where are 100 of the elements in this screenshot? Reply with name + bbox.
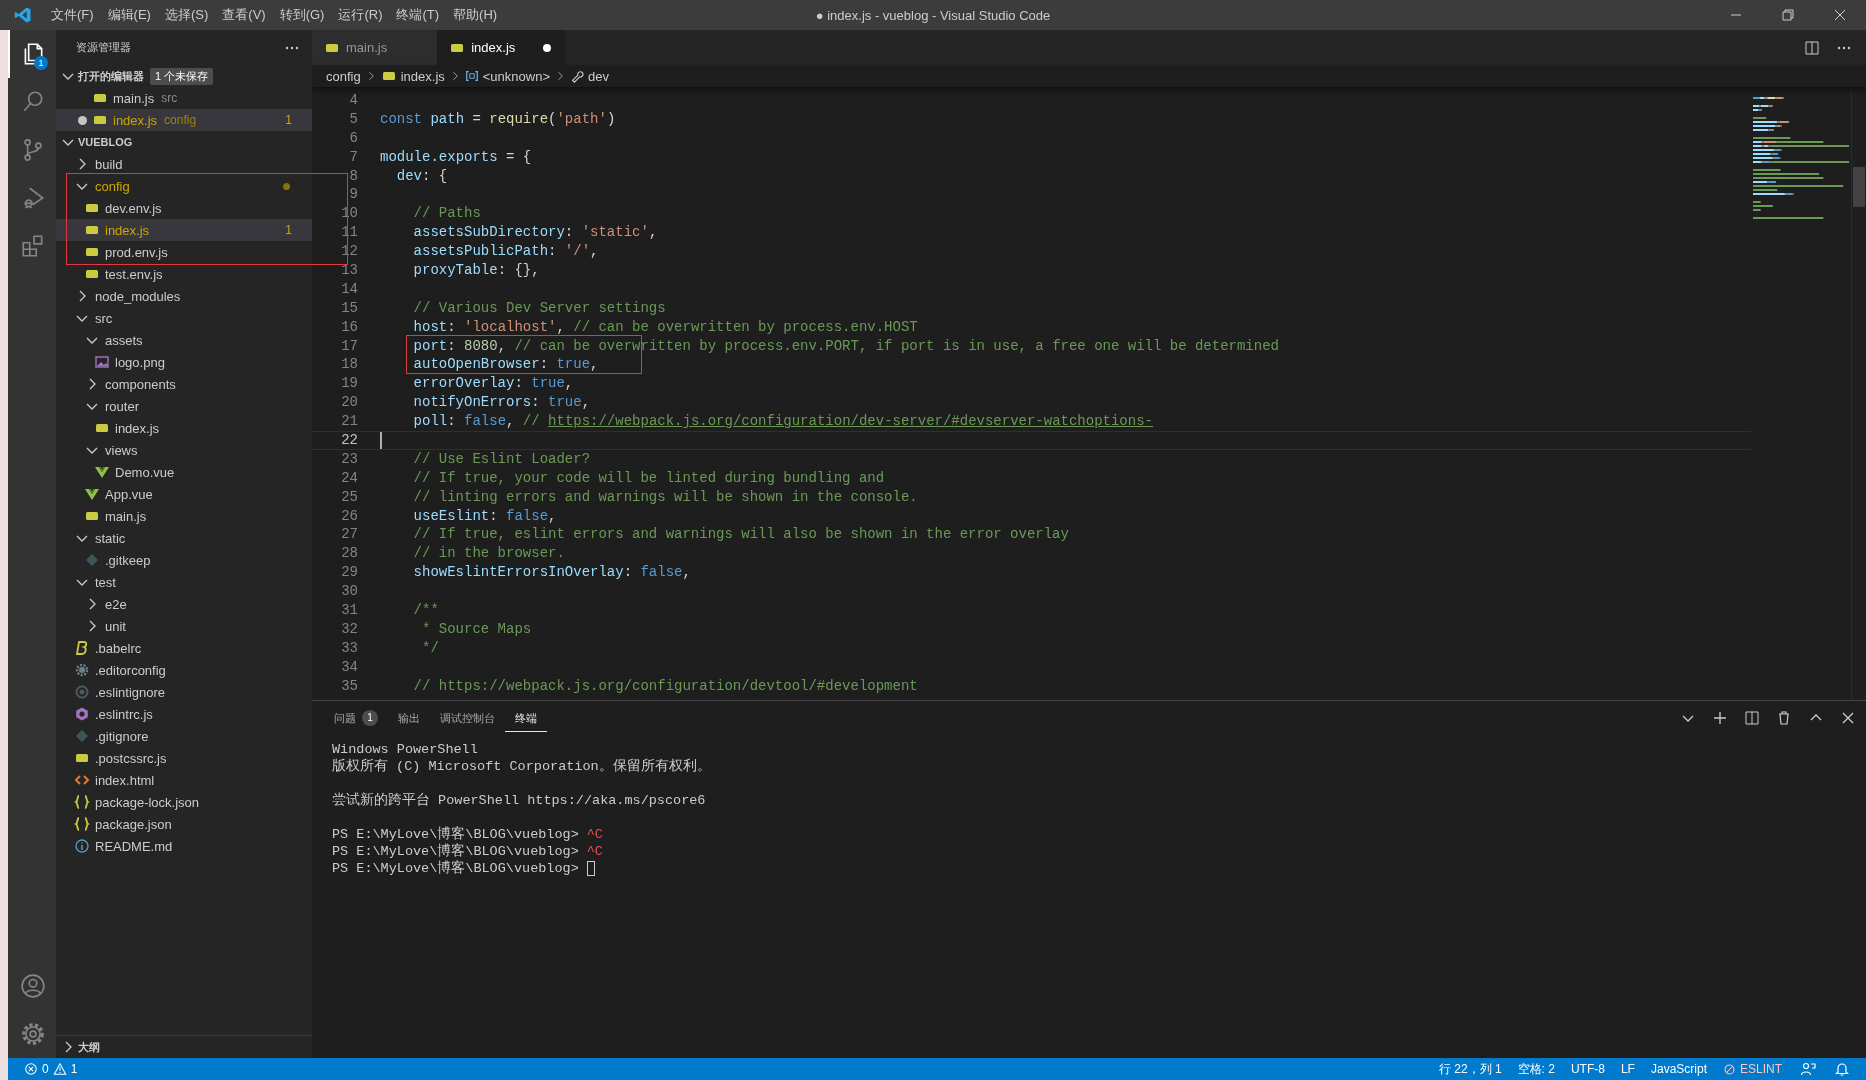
file-name: App.vue xyxy=(105,486,153,502)
file-name: main.js xyxy=(113,90,155,106)
open-editor-item[interactable]: main.js src xyxy=(56,87,312,109)
scrollbar-thumb[interactable] xyxy=(1853,167,1865,207)
tree-item[interactable]: test.env.js xyxy=(56,263,312,285)
menu-item[interactable]: 帮助(H) xyxy=(446,0,505,30)
feedback-icon[interactable] xyxy=(1800,1061,1816,1077)
line-number: 6 xyxy=(348,128,358,148)
code-line: autoOpenBrowser: true, xyxy=(412,355,599,375)
wrench-icon xyxy=(570,69,584,83)
terminal-prompt: PS E:\MyLove\博客\BLOG\vueblog> xyxy=(332,860,579,877)
problem-count: 1 xyxy=(285,113,292,127)
tree-item[interactable]: test xyxy=(56,571,312,593)
menu-item[interactable]: 转到(G) xyxy=(272,0,332,30)
menu-item[interactable]: 选择(S) xyxy=(157,0,216,30)
status-item[interactable]: LF xyxy=(1612,1058,1643,1080)
tree-item[interactable]: Demo.vue xyxy=(56,461,312,483)
tree-item[interactable]: config xyxy=(56,175,312,197)
tree-item[interactable]: .eslintrc.js xyxy=(56,703,312,725)
panel-tab[interactable]: 问题 1 xyxy=(324,704,388,732)
trash-icon[interactable] xyxy=(1776,710,1792,726)
restore-icon[interactable] xyxy=(1780,7,1796,23)
tree-item[interactable]: package.json xyxy=(56,813,312,835)
file-name: e2e xyxy=(105,596,127,612)
menu-item[interactable]: 查看(V) xyxy=(215,0,273,30)
plus-icon[interactable] xyxy=(1712,710,1728,726)
file-name: .postcssrc.js xyxy=(95,750,167,766)
status-item[interactable]: JavaScript xyxy=(1642,1058,1715,1080)
menu-item[interactable]: 编辑(E) xyxy=(100,0,158,30)
file-name: README.md xyxy=(95,838,173,854)
menu-item[interactable]: 终端(T) xyxy=(389,0,447,30)
status-item[interactable]: 行 22，列 1 xyxy=(1430,1058,1510,1080)
tree-item[interactable]: prod.env.js xyxy=(56,241,312,263)
tree-item[interactable]: src xyxy=(56,307,312,329)
code-line: poll: false, // https://webpack.js.org/configuration/dev-server/#devserver-watchoptions- xyxy=(412,412,1153,432)
tree-item[interactable]: index.js xyxy=(56,417,312,439)
tree-item[interactable]: main.js xyxy=(56,505,312,527)
file-name: dev.env.js xyxy=(105,200,162,216)
status-item[interactable]: 空格: 2 xyxy=(1509,1058,1563,1080)
tree-item[interactable]: package-lock.json xyxy=(56,791,312,813)
file-name: logo.png xyxy=(115,354,165,370)
line-number: 7 xyxy=(348,147,358,167)
tree-item[interactable]: dev.env.js xyxy=(56,197,312,219)
settings-icon[interactable] xyxy=(20,1021,46,1047)
tree-item[interactable]: .editorconfig xyxy=(56,659,312,681)
file-name: assets xyxy=(105,332,143,348)
editor-tab[interactable]: main.js xyxy=(312,30,438,65)
folder-name: config xyxy=(164,113,197,127)
bell-icon[interactable] xyxy=(1834,1061,1850,1077)
breadcrumb-item[interactable]: dev xyxy=(588,68,609,84)
tree-item[interactable]: index.html xyxy=(56,769,312,791)
section-header[interactable]: 大纲 xyxy=(78,1039,100,1055)
tree-item[interactable]: .gitkeep xyxy=(56,549,312,571)
breadcrumb-item[interactable]: <unknown> xyxy=(482,68,550,84)
interrupt-text: ^C xyxy=(586,843,603,860)
tree-item[interactable]: views xyxy=(56,439,312,461)
editor-tab[interactable]: index.js xyxy=(437,30,566,65)
line-number: 33 xyxy=(340,638,358,658)
tree-item[interactable]: assets xyxy=(56,329,312,351)
close-icon[interactable] xyxy=(1832,7,1848,23)
babel-file-icon xyxy=(74,640,90,656)
breadcrumb-item[interactable]: config xyxy=(326,68,361,84)
section-header[interactable]: 打开的编辑器 xyxy=(78,68,144,84)
tree-item[interactable]: build xyxy=(56,153,312,175)
section-header[interactable]: VUEBLOG xyxy=(78,136,133,148)
breadcrumb-item[interactable]: index.js xyxy=(400,68,445,84)
problems-status[interactable]: 0 1 xyxy=(16,1058,86,1080)
account-icon[interactable] xyxy=(20,973,46,999)
unsaved-badge: 1 个未保存 xyxy=(150,67,214,85)
tree-item[interactable]: index.js 1 xyxy=(56,219,312,241)
menu-item[interactable]: 运行(R) xyxy=(331,0,390,30)
panel-tab[interactable]: 终端 xyxy=(505,704,547,732)
menu-item[interactable]: 文件(F) xyxy=(44,0,101,30)
tree-item[interactable]: e2e xyxy=(56,593,312,615)
tree-item[interactable]: unit xyxy=(56,615,312,637)
tree-item[interactable]: .postcssrc.js xyxy=(56,747,312,769)
open-editor-item[interactable]: index.js config 1 xyxy=(56,109,312,131)
panel-tab[interactable]: 输出 xyxy=(388,704,430,732)
status-item[interactable]: UTF-8 xyxy=(1562,1058,1613,1080)
tree-item[interactable]: components xyxy=(56,373,312,395)
tree-item[interactable]: .eslintignore xyxy=(56,681,312,703)
tree-item[interactable]: .babelrc xyxy=(56,637,312,659)
line-number: 15 xyxy=(340,298,358,318)
tree-item[interactable]: App.vue xyxy=(56,483,312,505)
tree-item[interactable]: .gitignore xyxy=(56,725,312,747)
tree-item[interactable]: logo.png xyxy=(56,351,312,373)
line-number: 16 xyxy=(340,317,358,337)
line-number: 21 xyxy=(340,412,358,432)
tree-item[interactable]: node_modules xyxy=(56,285,312,307)
tree-item[interactable]: README.md xyxy=(56,835,312,857)
file-name: index.js xyxy=(113,112,158,128)
split-terminal-icon[interactable] xyxy=(1744,710,1760,726)
split-editor-icon[interactable] xyxy=(1804,39,1820,56)
close-icon[interactable] xyxy=(1840,710,1856,726)
panel-tab[interactable]: 调试控制台 xyxy=(430,704,505,732)
tree-item[interactable]: static xyxy=(56,527,312,549)
tree-item[interactable]: router xyxy=(56,395,312,417)
object-icon xyxy=(464,69,479,83)
code-line: module.exports = { xyxy=(380,147,532,167)
diamond-icon xyxy=(84,552,100,568)
